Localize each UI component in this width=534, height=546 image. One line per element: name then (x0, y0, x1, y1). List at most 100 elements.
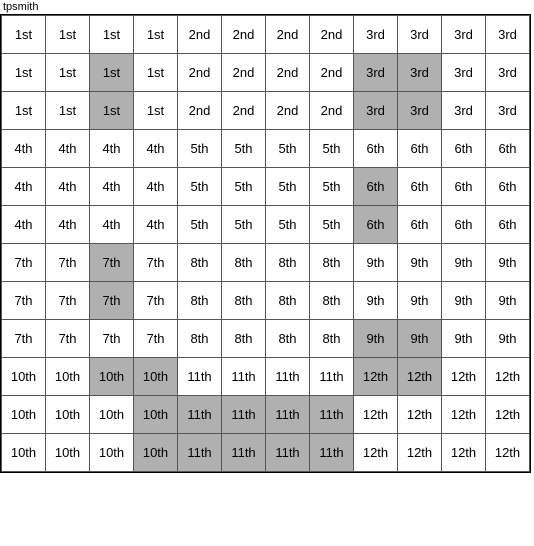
table-row: 6th (442, 168, 486, 206)
table-row: 3rd (398, 92, 442, 130)
table-row: 11th (222, 434, 266, 472)
table-row: 7th (2, 244, 46, 282)
table-row: 6th (398, 168, 442, 206)
table-row: 4th (46, 168, 90, 206)
table-row: 9th (442, 282, 486, 320)
table-row: 2nd (310, 16, 354, 54)
table-row: 5th (178, 206, 222, 244)
table-row: 11th (222, 396, 266, 434)
table-row: 2nd (310, 54, 354, 92)
table-row: 10th (2, 434, 46, 472)
table-row: 8th (310, 282, 354, 320)
table-row: 7th (46, 244, 90, 282)
table-row: 8th (266, 320, 310, 358)
table-row: 10th (46, 396, 90, 434)
table-row: 6th (486, 130, 530, 168)
table-row: 6th (398, 206, 442, 244)
table-row: 4th (134, 206, 178, 244)
table-row: 5th (266, 130, 310, 168)
table-row: 6th (442, 206, 486, 244)
title-bar: tpsmith (0, 0, 534, 14)
table-row: 7th (134, 244, 178, 282)
table-row: 8th (266, 282, 310, 320)
table-row: 3rd (486, 92, 530, 130)
grid-container: 1st1st1st1st2nd2nd2nd2nd3rd3rd3rd3rd1st1… (0, 14, 531, 473)
table-row: 9th (398, 320, 442, 358)
table-row: 12th (398, 434, 442, 472)
table-row: 6th (486, 168, 530, 206)
grid-table: 1st1st1st1st2nd2nd2nd2nd3rd3rd3rd3rd1st1… (1, 15, 530, 472)
table-row: 10th (46, 358, 90, 396)
table-row: 10th (2, 396, 46, 434)
table-row: 3rd (398, 54, 442, 92)
table-row: 11th (266, 358, 310, 396)
table-row: 12th (442, 358, 486, 396)
table-row: 2nd (178, 16, 222, 54)
table-row: 12th (354, 396, 398, 434)
table-row: 11th (266, 396, 310, 434)
table-row: 5th (178, 168, 222, 206)
table-row: 3rd (486, 16, 530, 54)
table-row: 2nd (178, 92, 222, 130)
table-row: 4th (2, 206, 46, 244)
table-row: 1st (134, 92, 178, 130)
table-row: 11th (310, 396, 354, 434)
table-row: 8th (222, 282, 266, 320)
table-row: 10th (46, 434, 90, 472)
table-row: 10th (134, 358, 178, 396)
table-row: 6th (354, 206, 398, 244)
table-row: 3rd (442, 92, 486, 130)
table-row: 7th (2, 320, 46, 358)
table-row: 8th (310, 320, 354, 358)
table-row: 7th (134, 282, 178, 320)
table-row: 4th (90, 206, 134, 244)
table-row: 2nd (310, 92, 354, 130)
table-row: 12th (486, 434, 530, 472)
table-row: 7th (46, 320, 90, 358)
table-row: 4th (134, 130, 178, 168)
table-row: 2nd (222, 92, 266, 130)
table-row: 9th (442, 320, 486, 358)
table-row: 12th (398, 396, 442, 434)
table-row: 1st (46, 16, 90, 54)
table-row: 6th (398, 130, 442, 168)
table-row: 10th (90, 358, 134, 396)
table-row: 5th (310, 130, 354, 168)
table-row: 2nd (222, 54, 266, 92)
table-row: 3rd (398, 16, 442, 54)
table-row: 1st (2, 54, 46, 92)
table-row: 9th (398, 244, 442, 282)
table-row: 5th (222, 168, 266, 206)
table-row: 6th (354, 168, 398, 206)
table-row: 6th (486, 206, 530, 244)
table-row: 5th (266, 168, 310, 206)
table-row: 11th (178, 434, 222, 472)
table-row: 8th (222, 244, 266, 282)
table-row: 9th (354, 320, 398, 358)
table-row: 9th (486, 320, 530, 358)
table-row: 11th (266, 434, 310, 472)
table-row: 1st (134, 54, 178, 92)
table-row: 4th (2, 168, 46, 206)
table-row: 7th (46, 282, 90, 320)
table-row: 3rd (442, 54, 486, 92)
table-row: 12th (354, 434, 398, 472)
table-row: 4th (90, 168, 134, 206)
table-row: 7th (2, 282, 46, 320)
table-row: 9th (486, 244, 530, 282)
table-row: 12th (486, 358, 530, 396)
table-row: 4th (90, 130, 134, 168)
table-row: 2nd (266, 54, 310, 92)
table-row: 11th (310, 358, 354, 396)
table-row: 3rd (442, 16, 486, 54)
table-row: 8th (266, 244, 310, 282)
table-row: 4th (134, 168, 178, 206)
table-row: 4th (46, 206, 90, 244)
table-row: 1st (134, 16, 178, 54)
table-row: 7th (90, 320, 134, 358)
table-row: 5th (222, 206, 266, 244)
table-row: 12th (442, 434, 486, 472)
table-row: 3rd (354, 92, 398, 130)
table-row: 1st (2, 92, 46, 130)
table-row: 5th (222, 130, 266, 168)
